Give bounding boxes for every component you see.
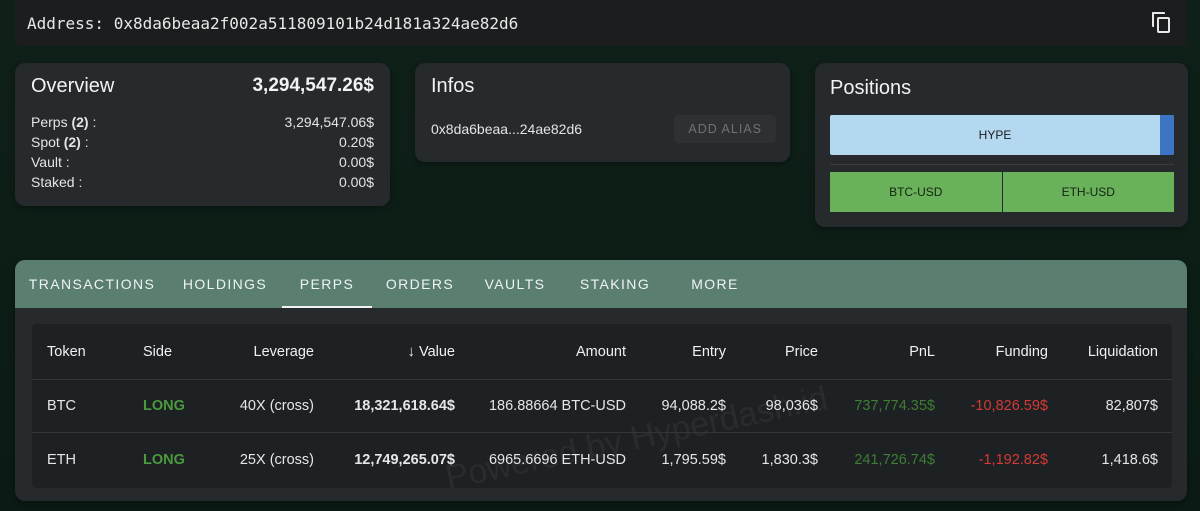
position-eth-usd[interactable]: ETH-USD (1002, 172, 1174, 212)
position-bar-hype[interactable]: HYPE (830, 115, 1174, 155)
cell-entry: 1,795.59$ (661, 451, 726, 468)
table-row[interactable]: ETH LONG 25X (cross) 12,749,265.07$ 6965… (32, 433, 1172, 486)
copy-icon[interactable] (1151, 11, 1173, 35)
cell-value: 12,749,265.07$ (354, 451, 455, 468)
perps-table: Powered by Hyperdash.id Token Side Lever… (32, 324, 1172, 488)
position-hype[interactable]: HYPE (830, 115, 1160, 155)
position-btc-usd[interactable]: BTC-USD (830, 172, 1002, 212)
overview-sep: : (88, 114, 97, 130)
add-alias-button[interactable]: ADD ALIAS (674, 115, 776, 143)
cell-liquidation: 82,807$ (1105, 398, 1158, 414)
positions-title: Positions (830, 77, 912, 99)
table-row[interactable]: BTC LONG 40X (cross) 18,321,618.64$ 186.… (32, 380, 1172, 433)
cell-funding: -1,192.82$ (978, 451, 1048, 468)
tab-perps[interactable]: PERPS (282, 260, 372, 308)
position-edge (1160, 115, 1174, 155)
overview-title: Overview (31, 74, 115, 97)
overview-row-perps: Perps (2) : 3,294,547.06$ (31, 112, 374, 132)
tab-holdings[interactable]: HOLDINGS (168, 260, 282, 308)
header-entry[interactable]: Entry (642, 324, 726, 379)
overview-value: 0.20$ (338, 134, 374, 150)
overview-value: 0.00$ (338, 154, 374, 170)
short-address: 0x8da6beaa...24ae82d6 (431, 121, 583, 137)
cell-leverage: 40X (cross) (239, 398, 314, 414)
overview-row-staked: Staked : 0.00$ (31, 172, 374, 192)
header-value[interactable]: ↓ Value (352, 324, 455, 379)
cell-token: ETH (47, 451, 76, 468)
overview-label: Vault : (31, 154, 70, 170)
header-price[interactable]: Price (732, 324, 818, 379)
tab-orders[interactable]: ORDERS (372, 260, 468, 308)
header-side[interactable]: Side (143, 324, 172, 379)
overview-label: Perps (31, 114, 68, 130)
cell-leverage: 25X (cross) (239, 451, 314, 468)
overview-value: 0.00$ (338, 174, 374, 190)
arrow-down-icon: ↓ (407, 343, 415, 360)
overview-total: 3,294,547.26$ (252, 75, 374, 96)
tab-staking[interactable]: STAKING (562, 260, 668, 308)
overview-count: (2) (71, 114, 89, 130)
tab-vaults[interactable]: VAULTS (468, 260, 562, 308)
cell-funding: -10,826.59$ (970, 398, 1048, 414)
cell-price: 98,036$ (765, 398, 818, 414)
header-liquidation[interactable]: Liquidation (1062, 324, 1158, 379)
address-text: Address: 0x8da6beaa2f002a511809101b24d18… (27, 13, 519, 33)
overview-count: (2) (63, 134, 81, 150)
overview-row-vault: Vault : 0.00$ (31, 152, 374, 172)
divider (830, 164, 1174, 165)
header-token[interactable]: Token (47, 324, 86, 379)
overview-row-spot: Spot (2) : 0.20$ (31, 132, 374, 152)
tab-bar: TRANSACTIONS HOLDINGS PERPS ORDERS VAULT… (15, 260, 1187, 308)
cell-pnl: 737,774.35$ (854, 398, 935, 414)
position-bar-long: BTC-USD ETH-USD (830, 172, 1174, 212)
tab-transactions[interactable]: TRANSACTIONS (16, 260, 168, 308)
cell-liquidation: 1,418.6$ (1101, 451, 1158, 468)
cell-side: LONG (143, 451, 185, 468)
overview-card: Overview 3,294,547.26$ Perps (2) : 3,294… (15, 63, 390, 206)
table-header-row: Token Side Leverage ↓ Value Amount Entry … (32, 324, 1172, 380)
header-amount[interactable]: Amount (492, 324, 626, 379)
overview-sep: : (80, 134, 89, 150)
cell-pnl: 241,726.74$ (854, 451, 935, 468)
header-leverage[interactable]: Leverage (212, 324, 314, 379)
header-pnl[interactable]: PnL (832, 324, 935, 379)
header-value-label: Value (418, 343, 455, 360)
cell-amount: 186.88664 BTC-USD (488, 398, 626, 414)
cell-value: 18,321,618.64$ (354, 398, 455, 414)
header-funding[interactable]: Funding (947, 324, 1048, 379)
cell-entry: 94,088.2$ (661, 398, 726, 414)
positions-card: Positions HYPE BTC-USD ETH-USD (815, 63, 1188, 227)
cell-amount: 6965.6696 ETH-USD (488, 451, 626, 468)
main-panel: TRANSACTIONS HOLDINGS PERPS ORDERS VAULT… (15, 260, 1187, 501)
cell-token: BTC (47, 398, 76, 414)
cell-price: 1,830.3$ (761, 451, 818, 468)
infos-card: Infos 0x8da6beaa...24ae82d6 ADD ALIAS (415, 63, 790, 162)
infos-title: Infos (431, 75, 475, 97)
overview-value: 3,294,547.06$ (284, 114, 374, 130)
tab-more[interactable]: MORE (668, 260, 762, 308)
overview-label: Staked : (31, 174, 83, 190)
cell-side: LONG (143, 398, 185, 414)
overview-label: Spot (31, 134, 60, 150)
address-bar: Address: 0x8da6beaa2f002a511809101b24d18… (15, 0, 1187, 46)
